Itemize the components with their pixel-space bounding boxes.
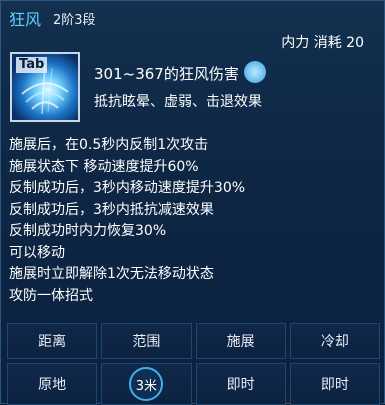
- value-range: 原地: [7, 363, 98, 405]
- header-range: 距离: [7, 323, 98, 359]
- hotkey-label: Tab: [16, 57, 48, 73]
- effect-line: 反制成功时内力恢复30%: [9, 223, 167, 239]
- wind-element-icon: [244, 61, 266, 83]
- header-cast: 施展: [195, 323, 286, 359]
- effect-line: 反制成功后，3秒内移动速度提升30%: [9, 180, 246, 196]
- skill-icon: Tab: [10, 52, 80, 122]
- value-cast: 即时: [195, 363, 286, 405]
- damage-text: 301~367的狂风伤害: [94, 65, 239, 83]
- effects-list: 施展后，在0.5秒内反制1次攻击 施展状态下 移动速度提升60% 反制成功后，3…: [9, 135, 245, 307]
- internal-energy-cost: 内力 消耗 20: [281, 35, 364, 51]
- stats-grid: 距离 范围 施展 冷却 原地 3米 即时 即时: [7, 323, 380, 405]
- value-area-cell: 3米: [101, 363, 192, 405]
- effect-line: 攻防一体招式: [9, 287, 93, 304]
- skill-tooltip: 狂风 2阶3段 内力 消耗 20 Tab 301~367的狂风伤害 抵抗眩晕、虚…: [0, 0, 385, 405]
- value-area: 3米: [129, 367, 164, 401]
- title-bar: 狂风 2阶3段: [1, 1, 385, 29]
- effect-line: 反制成功后，3秒内抵抗减速效果: [9, 201, 214, 218]
- header-cooldown: 冷却: [289, 323, 380, 359]
- header-area: 范围: [101, 323, 192, 359]
- value-cooldown: 即时: [289, 363, 380, 405]
- effect-line: 可以移动: [9, 244, 65, 261]
- effect-line: 施展状态下 移动速度提升60%: [9, 158, 199, 175]
- effect-line: 施展后，在0.5秒内反制1次攻击: [9, 137, 209, 153]
- skill-level: 2阶3段: [53, 13, 96, 28]
- resist-text: 抵抗眩晕、虚弱、击退效果: [94, 94, 262, 110]
- effect-line: 施展时立即解除1次无法移动状态: [9, 266, 214, 282]
- skill-name: 狂风: [9, 10, 42, 29]
